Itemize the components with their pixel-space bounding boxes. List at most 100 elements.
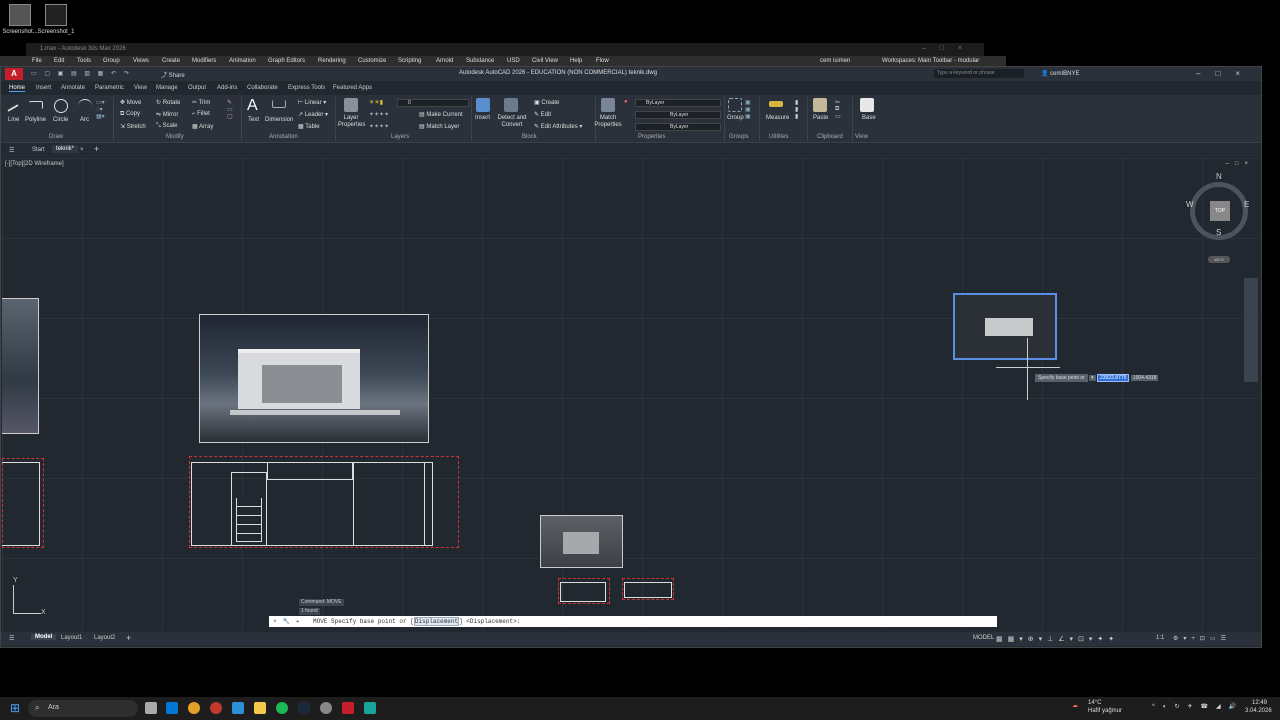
tab-insert[interactable]: Insert xyxy=(36,85,51,91)
panel-title-clipboard[interactable]: Clipboard xyxy=(817,134,843,140)
max-menu-item[interactable]: Customize xyxy=(358,58,386,64)
compass-west[interactable]: W xyxy=(1186,200,1194,209)
max-menu-item[interactable]: USD xyxy=(507,58,520,64)
max-menu-item[interactable]: Rendering xyxy=(318,58,346,64)
layer-tools-row2-icon[interactable]: ✦✦✦✦ xyxy=(369,123,389,130)
panel-title-properties[interactable]: Properties xyxy=(638,134,665,140)
layout-tab-layout2[interactable]: Layout2 xyxy=(94,635,115,641)
tab-annotate[interactable]: Annotate xyxy=(61,85,85,91)
compass-south[interactable]: S xyxy=(1216,228,1221,237)
3dsmax-taskbar-icon[interactable] xyxy=(364,702,376,714)
system-tray-icons[interactable]: ^◐↻✈☎◢🔊 xyxy=(1152,703,1244,710)
trim-button[interactable]: ✂ Trim xyxy=(192,99,210,106)
autocad-taskbar-icon[interactable] xyxy=(342,702,354,714)
tooltip-x-input[interactable]: 23922.8775 xyxy=(1097,374,1130,382)
max-menu-item[interactable]: Graph Editors xyxy=(268,58,305,64)
chrome-icon[interactable] xyxy=(188,702,200,714)
drawing-viewport[interactable]: [-][Top][2D Wireframe] –□× Specify base … xyxy=(2,158,1260,631)
paste-button[interactable]: Paste xyxy=(813,115,828,121)
steam-icon[interactable] xyxy=(298,702,310,714)
max-workspace-dropdown[interactable]: Main Toolbar - modular xyxy=(918,58,979,64)
layout-tab-layout1[interactable]: Layout1 xyxy=(61,635,82,641)
linetype-dropdown[interactable]: ByLayer xyxy=(635,111,721,119)
max-menu-item[interactable]: Help xyxy=(570,58,582,64)
weather-icon[interactable]: ☁ xyxy=(1072,702,1078,709)
match-properties-button[interactable]: Match Properties xyxy=(594,115,622,129)
panel-title-annotation[interactable]: Annotation xyxy=(269,134,298,140)
max-menu-item[interactable]: Substance xyxy=(466,58,494,64)
max-menu-item[interactable]: Arnold xyxy=(436,58,453,64)
detect-convert-button[interactable]: Detect and Convert xyxy=(496,115,528,129)
make-current-button[interactable]: ▤ Make Current xyxy=(419,111,463,118)
render-image-counter[interactable] xyxy=(540,515,623,568)
layer-tools-row1-icon[interactable]: ✦✦✦✦ xyxy=(369,111,389,118)
clock-time[interactable]: 12:49 xyxy=(1252,700,1267,706)
move-button[interactable]: ✥ Move xyxy=(120,99,141,106)
new-tab-icon[interactable]: + xyxy=(94,144,99,154)
app-icon[interactable] xyxy=(320,702,332,714)
menu-hamburger-icon[interactable]: ☰ xyxy=(9,147,14,154)
max-menu-item[interactable]: Views xyxy=(133,58,149,64)
viewport-controls[interactable]: –□× xyxy=(1226,161,1254,167)
navigation-bar[interactable] xyxy=(1244,278,1258,382)
model-space-indicator[interactable]: MODEL xyxy=(973,635,994,641)
panel-title-utilities[interactable]: Utilities xyxy=(769,134,788,140)
create-block-button[interactable]: ▣ Create xyxy=(534,99,559,106)
weather-temp[interactable]: 14°C xyxy=(1088,700,1101,706)
lineweight-dropdown[interactable]: ByLayer xyxy=(635,123,721,131)
tab-collaborate[interactable]: Collaborate xyxy=(247,85,278,91)
rotate-button[interactable]: ↻ Rotate xyxy=(156,99,180,106)
task-view-icon[interactable] xyxy=(145,702,157,714)
desktop-icon-screenshot[interactable]: Screenshot... xyxy=(0,4,40,35)
tab-start[interactable]: Start xyxy=(32,147,45,153)
panel-title-draw[interactable]: Draw xyxy=(49,134,63,140)
panel-title-block[interactable]: Block xyxy=(522,134,537,140)
layer-state-icons[interactable]: ☀☀▮ xyxy=(369,99,383,106)
max-menu-item[interactable]: Animation xyxy=(229,58,256,64)
share-button[interactable]: ⤴ Share xyxy=(161,70,185,79)
max-menu-item[interactable]: Scripting xyxy=(398,58,421,64)
layout-tab-model[interactable]: Model xyxy=(31,634,57,640)
copy-button[interactable]: ⧉ Copy xyxy=(120,111,140,118)
tab-express-tools[interactable]: Express Tools xyxy=(288,85,325,91)
panel-title-view[interactable]: View xyxy=(855,134,868,140)
viewcube-top-face[interactable]: TOP xyxy=(1210,201,1230,221)
taskbar-search[interactable]: ⌕ Ara xyxy=(28,700,138,717)
leader-button[interactable]: ↗ Leader ▾ xyxy=(298,111,328,118)
max-user[interactable]: cem isimen xyxy=(820,58,850,64)
opera-icon[interactable] xyxy=(210,702,222,714)
match-layer-button[interactable]: ▤ Match Layer xyxy=(419,123,459,130)
render-image-selected[interactable] xyxy=(953,293,1057,360)
circle-button[interactable]: Circle xyxy=(53,117,68,123)
measure-button[interactable]: Measure xyxy=(766,115,789,121)
table-button[interactable]: ▦ Table xyxy=(298,123,320,130)
compass-east[interactable]: E xyxy=(1244,200,1249,209)
linear-button[interactable]: ⊢ Linear ▾ xyxy=(298,99,326,106)
tab-home[interactable]: Home xyxy=(9,85,26,92)
status-tools-icons[interactable]: ⚙▾+⊡▭☰ xyxy=(1173,635,1231,642)
dimension-button[interactable]: Dimension xyxy=(265,117,293,123)
menu-hamburger-icon[interactable]: ☰ xyxy=(9,635,14,642)
command-option-displacement[interactable]: Displacement xyxy=(413,617,460,626)
clock-date[interactable]: 3.04.2026 xyxy=(1245,708,1272,714)
color-dropdown[interactable]: ByLayer xyxy=(635,99,721,107)
tab-view[interactable]: View xyxy=(134,85,147,91)
polyline-button[interactable]: Polyline xyxy=(25,117,46,123)
max-window-titlebar[interactable]: 1.max - Autodesk 3ds Max 2026 –□× xyxy=(26,43,984,56)
max-menu-item[interactable]: Flow xyxy=(596,58,609,64)
edge-icon[interactable] xyxy=(166,702,178,714)
base-button[interactable]: Base xyxy=(862,115,876,121)
wcs-menu[interactable]: WCS xyxy=(1208,256,1230,263)
max-menu-item[interactable]: File xyxy=(32,58,42,64)
draw-small-tools-icon[interactable]: ▭▾ ◌▾ ▦▾ xyxy=(96,99,105,120)
render-image-stand[interactable] xyxy=(199,314,429,443)
desktop-icon-screenshot-1[interactable]: Screenshot_1 xyxy=(36,4,76,35)
elevation-left[interactable] xyxy=(2,462,40,546)
panel-title-layers[interactable]: Layers xyxy=(391,134,409,140)
windows-start-icon[interactable]: ⊞ xyxy=(10,701,20,715)
quick-access-toolbar[interactable]: ▭ ▢ ▣ ▤ ▥ ▦ ↶ ↷ xyxy=(31,70,132,77)
command-line[interactable]: ×🔧▸ MOVE Specify base point or [Displace… xyxy=(269,616,997,627)
arc-button[interactable]: Arc xyxy=(80,117,89,123)
insert-button[interactable]: Insert xyxy=(475,115,490,121)
max-menu-item[interactable]: Group xyxy=(103,58,120,64)
